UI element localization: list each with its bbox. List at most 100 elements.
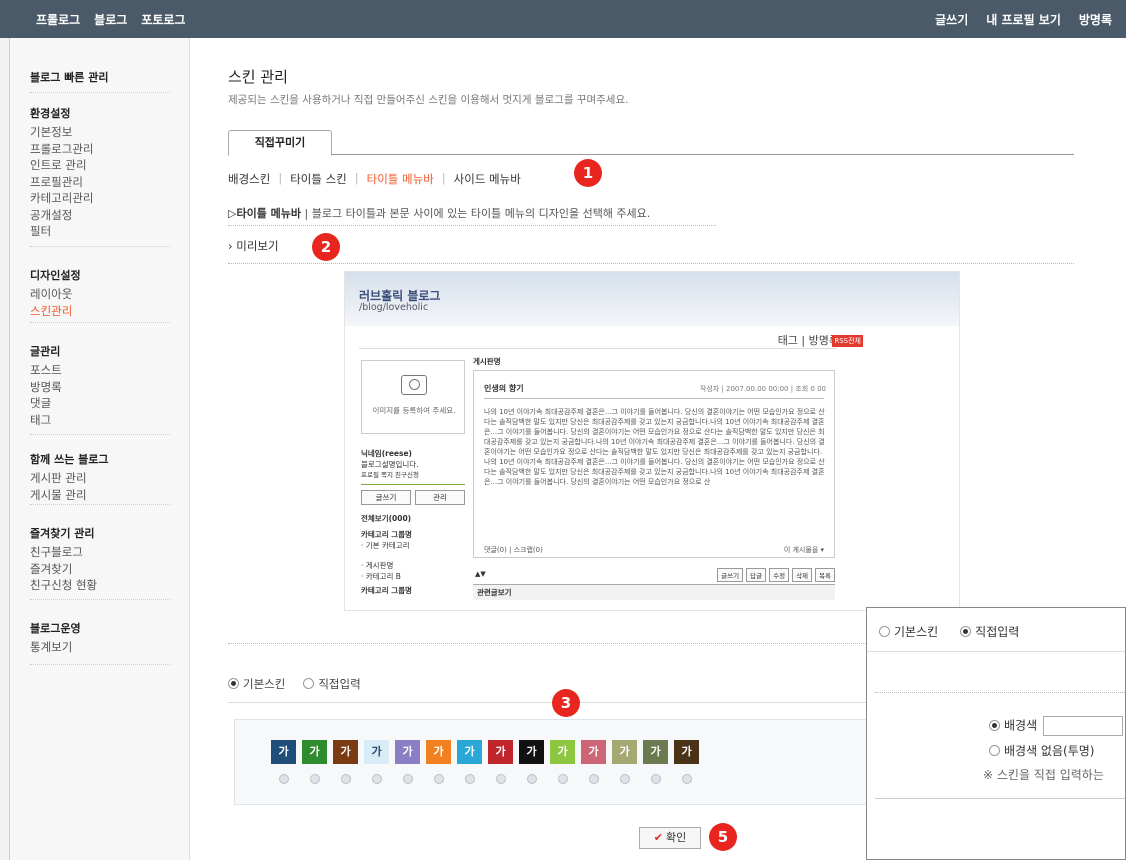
color-swatch-chip[interactable]: 가: [643, 740, 668, 764]
color-swatch-radio[interactable]: [588, 774, 599, 784]
step-badge-5: 5: [709, 823, 737, 851]
color-swatch-radio[interactable]: [433, 774, 444, 784]
top-nav-left-item[interactable]: 블로그: [94, 11, 127, 28]
radio-custom-input-dot[interactable]: [303, 678, 315, 689]
color-swatch[interactable]: 가: [519, 740, 544, 787]
color-swatch-radio[interactable]: [464, 774, 475, 784]
sidebar-item[interactable]: 태그: [30, 412, 170, 429]
subnav-separator: |: [354, 171, 359, 185]
popup-radio-default[interactable]: 기본스킨: [879, 623, 938, 640]
color-swatch[interactable]: 가: [395, 740, 420, 787]
color-swatch[interactable]: 가: [364, 740, 389, 787]
sidebar-item[interactable]: 레이아웃: [30, 286, 170, 303]
color-swatch[interactable]: 가: [581, 740, 606, 787]
top-nav-right-item[interactable]: 내 프로필 보기: [986, 11, 1061, 28]
sidebar-item[interactable]: 스킨관리: [30, 303, 170, 320]
color-swatch-radio[interactable]: [371, 774, 382, 784]
color-swatch[interactable]: 가: [612, 740, 637, 787]
subnav-title-skin[interactable]: 타이틀 스킨: [290, 171, 347, 187]
color-swatch[interactable]: 가: [550, 740, 575, 787]
color-swatch-chip[interactable]: 가: [426, 740, 451, 764]
popup-radio-default-label: 기본스킨: [894, 625, 939, 639]
preview-profile: 이미지를 등록하여 주세요. 닉네임(reese) 블로그설명입니다. 프로필 …: [361, 360, 465, 596]
sidebar-item[interactable]: 통계보기: [30, 639, 170, 656]
popup-radio-custom-dot[interactable]: [960, 626, 972, 637]
sidebar-item[interactable]: 방명록: [30, 379, 170, 396]
color-swatch-radio[interactable]: [278, 774, 289, 784]
subnav-side-menubar[interactable]: 사이드 메뉴바: [454, 171, 521, 187]
sidebar-item[interactable]: 포스트: [30, 362, 170, 379]
sidebar-item[interactable]: 프롤로그관리: [30, 141, 170, 158]
radio-custom-input[interactable]: 직접입력: [303, 676, 361, 692]
preview-post-title: 인생의 향기: [484, 384, 524, 393]
color-swatch-radio[interactable]: [526, 774, 537, 784]
color-swatch-radio[interactable]: [402, 774, 413, 784]
sidebar-item[interactable]: 즐겨찾기: [30, 561, 170, 578]
popup-radio-default-dot[interactable]: [879, 626, 890, 637]
radio-default-skin[interactable]: 기본스킨: [228, 676, 285, 692]
top-navigation-bar: 프롤로그 블로그 포토로그 글쓰기 내 프로필 보기 방명록: [0, 0, 1126, 38]
color-swatch-radio[interactable]: [619, 774, 630, 784]
color-swatch-radio[interactable]: [340, 774, 351, 784]
sidebar-item[interactable]: 공개설정: [30, 207, 170, 224]
subnav-title-menubar[interactable]: 타이틀 메뉴바: [367, 171, 434, 187]
page-description: 제공되는 스킨을 사용하거나 직접 만들어주신 스킨을 이용해서 멋지게 블로그…: [228, 94, 629, 106]
color-swatch-chip[interactable]: 가: [519, 740, 544, 764]
sidebar-item[interactable]: 친구블로그: [30, 544, 170, 561]
tab-direct-decorate[interactable]: 직접꾸미기: [228, 130, 332, 156]
color-swatch[interactable]: 가: [674, 740, 699, 787]
sidebar-quick-manage[interactable]: 블로그 빠른 관리: [30, 69, 170, 85]
color-swatch-radio[interactable]: [681, 774, 692, 784]
sidebar-item[interactable]: 필터: [30, 223, 170, 240]
color-swatch-radio[interactable]: [495, 774, 506, 784]
sidebar-item[interactable]: 기본정보: [30, 124, 170, 141]
color-swatch-chip[interactable]: 가: [550, 740, 575, 764]
subnav-separator: |: [278, 171, 283, 185]
sidebar-item[interactable]: 친구신청 현황: [30, 577, 170, 594]
color-swatch-chip[interactable]: 가: [364, 740, 389, 764]
radio-default-skin-label: 기본스킨: [243, 677, 286, 691]
preview-toolbar-write: 글쓰기: [717, 568, 744, 582]
top-nav-right: 글쓰기 내 프로필 보기 방명록: [935, 11, 1112, 28]
sidebar-item[interactable]: 인트로 관리: [30, 157, 170, 174]
color-swatch[interactable]: 가: [271, 740, 296, 787]
color-swatch-chip[interactable]: 가: [395, 740, 420, 764]
confirm-button[interactable]: ✔ 확인: [639, 827, 701, 849]
color-swatch[interactable]: 가: [457, 740, 482, 787]
sidebar-item[interactable]: 게시판 관리: [30, 470, 170, 487]
color-swatch-chip[interactable]: 가: [457, 740, 482, 764]
top-nav-left-item[interactable]: 포토로그: [141, 11, 185, 28]
color-swatch[interactable]: 가: [488, 740, 513, 787]
color-swatch-chip[interactable]: 가: [333, 740, 358, 764]
top-nav-left-item[interactable]: 프롤로그: [36, 11, 80, 28]
color-swatch-chip[interactable]: 가: [674, 740, 699, 764]
popup-bg-none-radio[interactable]: [989, 745, 1000, 756]
color-swatch-radio[interactable]: [650, 774, 661, 784]
popup-divider: [875, 692, 1125, 693]
color-swatch-chip[interactable]: 가: [271, 740, 296, 764]
color-swatch[interactable]: 가: [426, 740, 451, 787]
popup-bg-color-input[interactable]: [1043, 716, 1124, 736]
confirm-button-label: 확인: [665, 831, 687, 844]
sidebar-item[interactable]: 댓글: [30, 395, 170, 412]
color-swatch-chip[interactable]: 가: [581, 740, 606, 764]
sidebar-item[interactable]: 카테고리관리: [30, 190, 170, 207]
popup-bg-color-radio[interactable]: [989, 719, 1000, 731]
color-swatch[interactable]: 가: [333, 740, 358, 787]
color-swatch-chip[interactable]: 가: [488, 740, 513, 764]
preview-manage-button: 관리: [415, 490, 465, 505]
color-swatch-chip[interactable]: 가: [302, 740, 327, 764]
color-swatch[interactable]: 가: [643, 740, 668, 787]
subnav-background-skin[interactable]: 배경스킨: [228, 171, 270, 187]
sidebar-item[interactable]: 프로필관리: [30, 174, 170, 191]
color-swatch[interactable]: 가: [302, 740, 327, 787]
color-swatch-radio[interactable]: [557, 774, 568, 784]
radio-default-skin-dot[interactable]: [228, 678, 239, 689]
top-nav-right-item[interactable]: 글쓰기: [935, 11, 968, 28]
color-swatch-radio[interactable]: [309, 774, 320, 784]
popup-radio-custom[interactable]: 직접입력: [960, 623, 1019, 640]
preview-post-toolbar: 글쓰기 답글 수정 삭제 목록: [473, 568, 835, 582]
color-swatch-chip[interactable]: 가: [612, 740, 637, 764]
sidebar-item[interactable]: 게시물 관리: [30, 487, 170, 504]
top-nav-right-item[interactable]: 방명록: [1079, 11, 1112, 28]
